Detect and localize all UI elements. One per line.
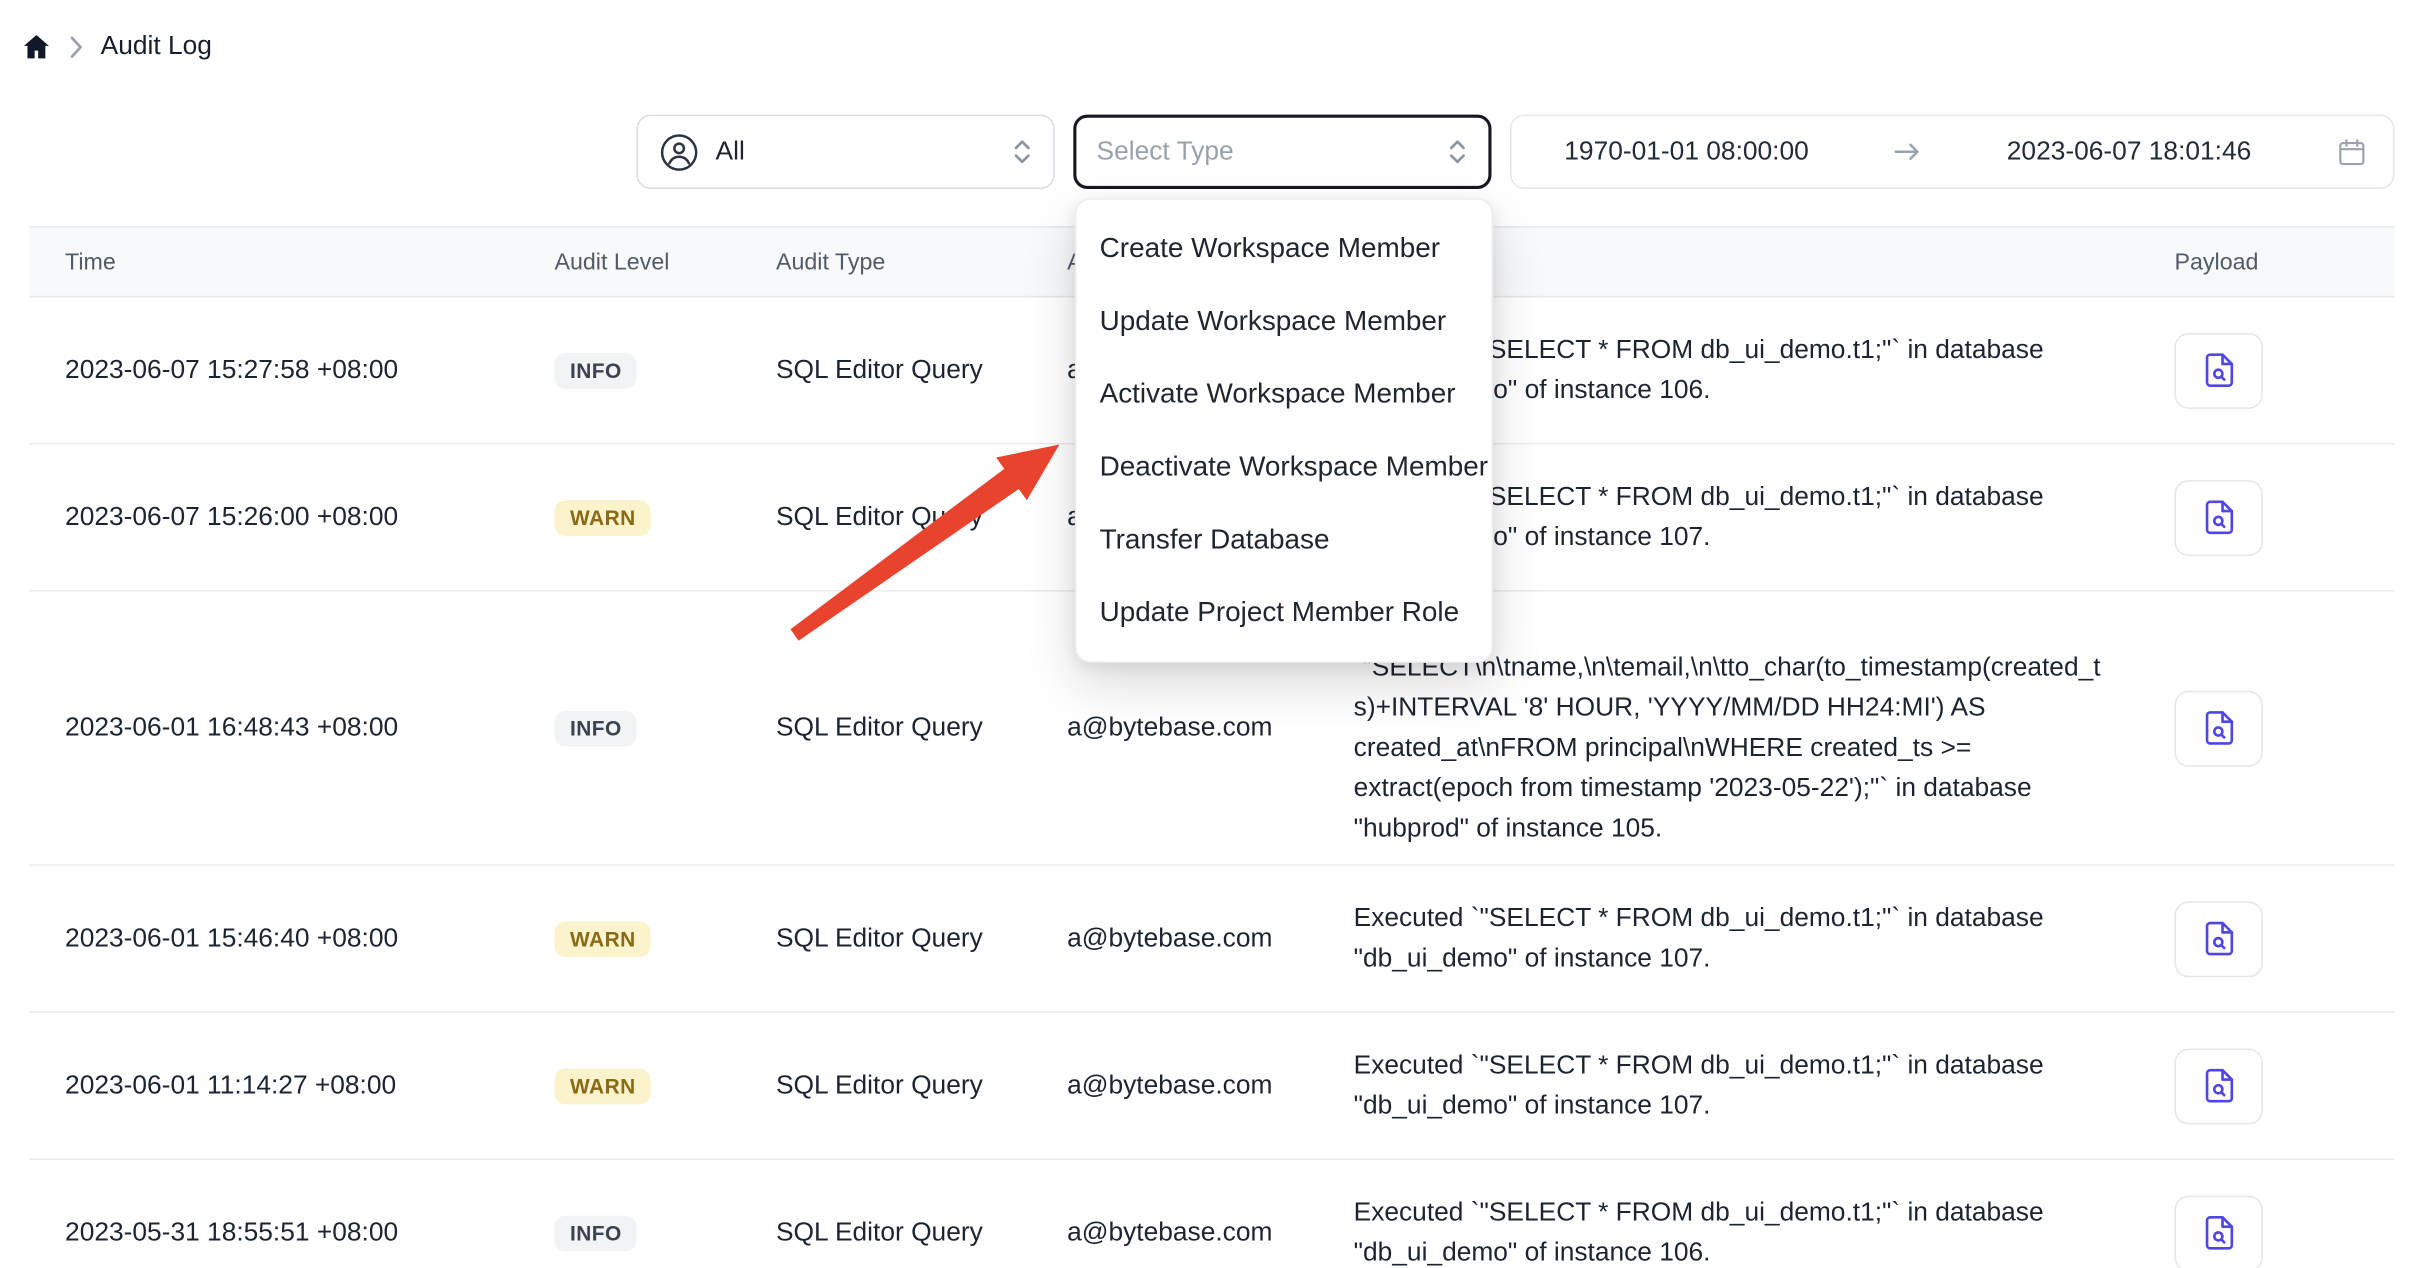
table-row: 2023-05-31 18:55:51 +08:00 INFO SQL Edit… xyxy=(29,1160,2394,1268)
dropdown-option-activate-workspace-member[interactable]: Activate Workspace Member xyxy=(1076,358,1491,431)
dropdown-option-update-project-member-role[interactable]: Update Project Member Role xyxy=(1076,576,1491,649)
payload-view-button[interactable] xyxy=(2175,1195,2263,1268)
column-header-audit-type: Audit Type xyxy=(740,249,1031,275)
file-search-icon xyxy=(2200,920,2237,957)
audit-level-badge: WARN xyxy=(554,921,651,957)
payload-view-button[interactable] xyxy=(2175,332,2263,408)
chevron-up-down-icon xyxy=(1447,133,1469,170)
file-search-icon xyxy=(2200,499,2237,536)
audit-comment: Executed `"SELECT * FROM db_ui_demo.t1;"… xyxy=(1318,1193,2139,1268)
breadcrumb: Audit Log xyxy=(0,0,2410,68)
file-search-icon xyxy=(2200,1214,2237,1251)
audit-type: SQL Editor Query xyxy=(740,502,1031,533)
audit-time: 2023-06-01 11:14:27 +08:00 xyxy=(29,1070,518,1101)
table-row: 2023-06-01 11:14:27 +08:00 WARN SQL Edit… xyxy=(29,1013,2394,1160)
type-filter-placeholder: Select Type xyxy=(1097,136,1234,167)
audit-log-page: Audit Log All Select Type xyxy=(0,0,2410,1268)
audit-level-badge: WARN xyxy=(554,1068,651,1104)
dropdown-option-deactivate-workspace-member[interactable]: Deactivate Workspace Member xyxy=(1076,431,1491,504)
audit-type: SQL Editor Query xyxy=(740,1217,1031,1248)
calendar-icon[interactable] xyxy=(2336,136,2369,169)
column-header-audit-level: Audit Level xyxy=(519,249,740,275)
filter-bar: All Select Type 1970-01-01 08:00:00 xyxy=(0,115,2410,189)
audit-actor: a@bytebase.com xyxy=(1032,1070,1319,1101)
column-header-time: Time xyxy=(29,249,518,275)
payload-view-button[interactable] xyxy=(2175,1048,2263,1124)
file-search-icon xyxy=(2200,352,2237,389)
chevron-up-down-icon xyxy=(1011,133,1033,170)
type-filter-dropdown: Create Workspace Member Update Workspace… xyxy=(1075,198,1493,663)
arrow-right-icon xyxy=(1893,139,1922,164)
actor-filter-select[interactable]: All xyxy=(637,115,1055,189)
audit-actor: a@bytebase.com xyxy=(1032,923,1319,954)
date-range-start[interactable]: 1970-01-01 08:00:00 xyxy=(1564,136,1808,167)
file-search-icon xyxy=(2200,1067,2237,1104)
audit-actor: a@bytebase.com xyxy=(1032,1217,1319,1248)
person-circle-icon xyxy=(658,131,700,173)
audit-time: 2023-06-07 15:26:00 +08:00 xyxy=(29,502,518,533)
chevron-right-icon xyxy=(70,35,84,58)
audit-type: SQL Editor Query xyxy=(740,355,1031,386)
date-range-end[interactable]: 2023-06-07 18:01:46 xyxy=(2007,136,2251,167)
audit-actor: a@bytebase.com xyxy=(1032,712,1319,743)
actor-filter-value: All xyxy=(716,136,745,167)
table-row: 2023-06-01 15:46:40 +08:00 WARN SQL Edit… xyxy=(29,866,2394,1013)
audit-comment: Executed `"SELECT * FROM db_ui_demo.t1;"… xyxy=(1318,898,2139,979)
type-filter-select[interactable]: Select Type xyxy=(1073,115,1491,189)
audit-time: 2023-05-31 18:55:51 +08:00 xyxy=(29,1217,518,1248)
dropdown-option-create-workspace-member[interactable]: Create Workspace Member xyxy=(1076,212,1491,285)
audit-time: 2023-06-01 16:48:43 +08:00 xyxy=(29,712,518,743)
audit-level-badge: INFO xyxy=(554,710,637,746)
audit-type: SQL Editor Query xyxy=(740,923,1031,954)
column-header-payload: Payload xyxy=(2139,249,2395,275)
audit-level-badge: WARN xyxy=(554,499,651,535)
date-range-picker[interactable]: 1970-01-01 08:00:00 2023-06-07 18:01:46 xyxy=(1510,115,2394,189)
payload-view-button[interactable] xyxy=(2175,479,2263,555)
home-icon[interactable] xyxy=(20,30,53,63)
audit-comment: Executed `"SELECT * FROM db_ui_demo.t1;"… xyxy=(1318,1045,2139,1126)
audit-type: SQL Editor Query xyxy=(740,1070,1031,1101)
audit-level-badge: INFO xyxy=(554,352,637,388)
audit-time: 2023-06-01 15:46:40 +08:00 xyxy=(29,923,518,954)
page-title: Audit Log xyxy=(101,31,212,62)
dropdown-option-update-workspace-member[interactable]: Update Workspace Member xyxy=(1076,285,1491,358)
payload-view-button[interactable] xyxy=(2175,690,2263,766)
audit-level-badge: INFO xyxy=(554,1215,637,1251)
dropdown-option-transfer-database[interactable]: Transfer Database xyxy=(1076,503,1491,576)
file-search-icon xyxy=(2200,709,2237,746)
payload-view-button[interactable] xyxy=(2175,901,2263,977)
audit-time: 2023-06-07 15:27:58 +08:00 xyxy=(29,355,518,386)
audit-type: SQL Editor Query xyxy=(740,712,1031,743)
